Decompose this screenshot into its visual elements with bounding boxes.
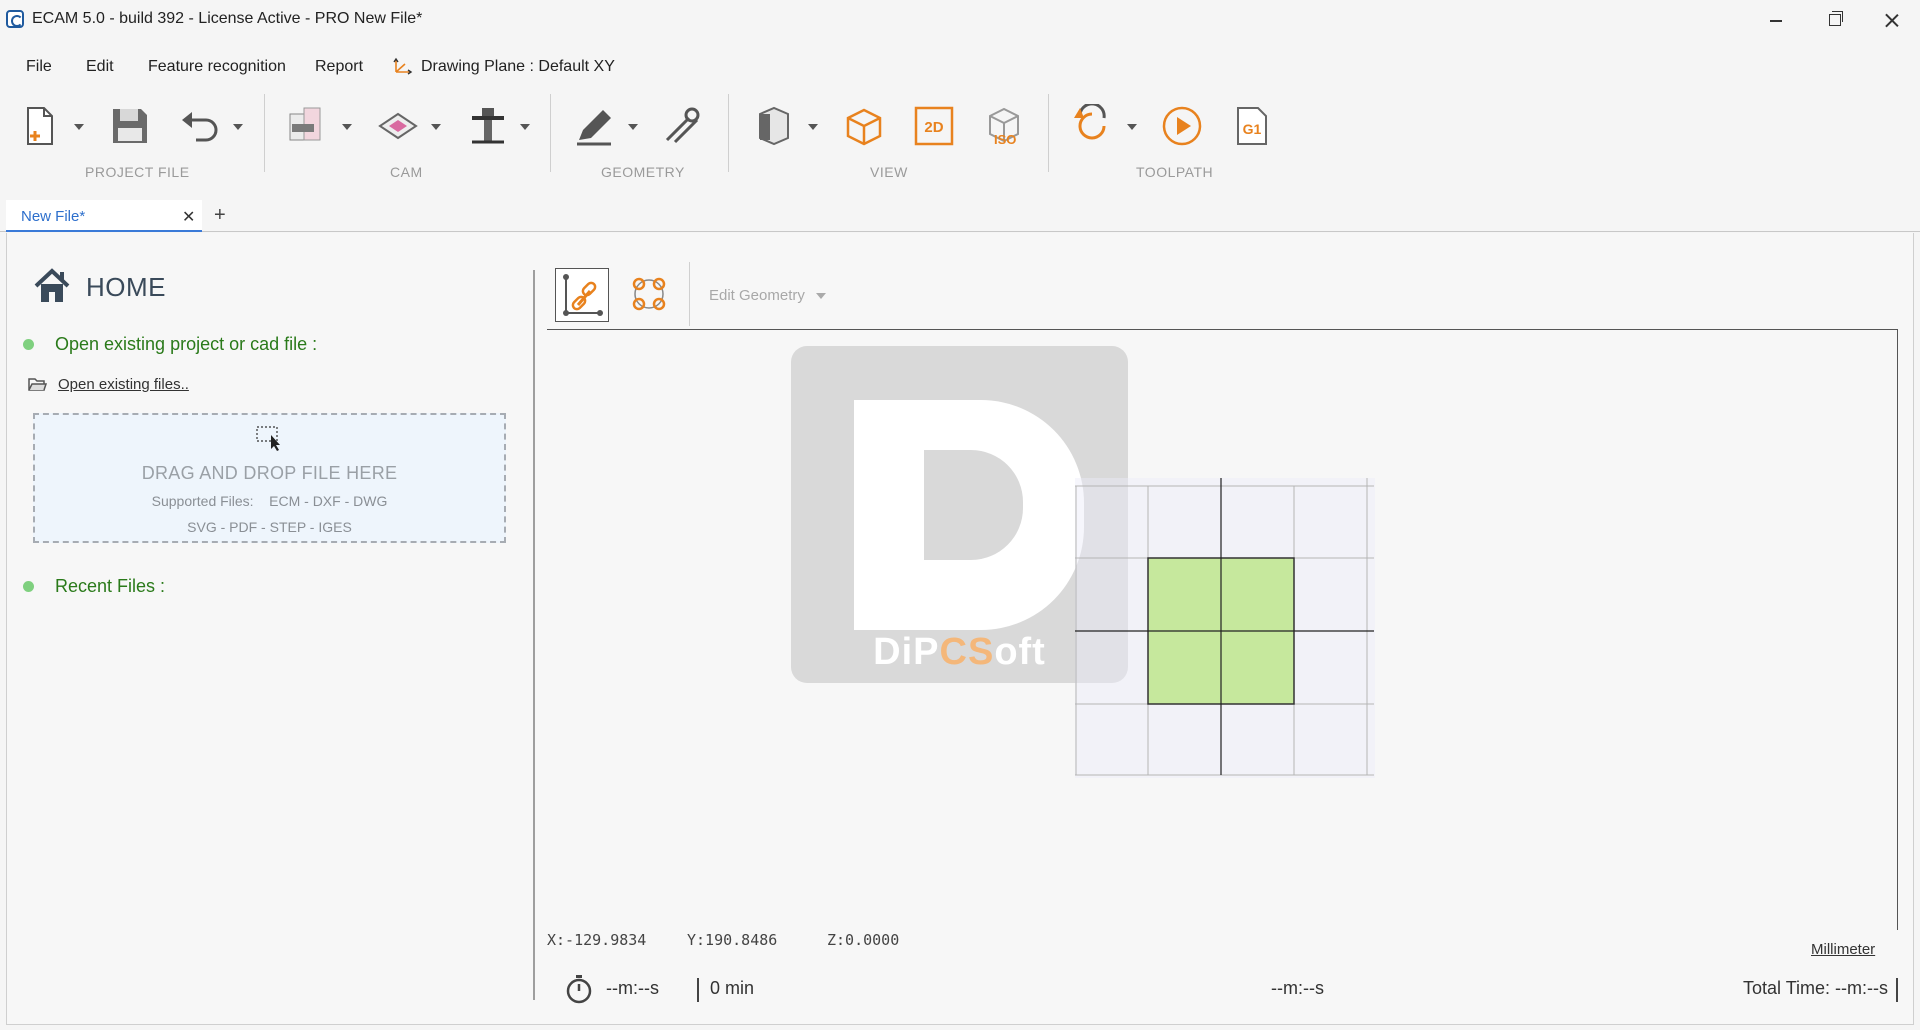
duration-value: 0 min [710, 978, 755, 998]
group-label-cam: CAM [390, 164, 423, 180]
toolbar-separator [1048, 94, 1049, 172]
svg-text:G1: G1 [1243, 121, 1262, 137]
draw-pencil-icon[interactable] [573, 104, 617, 148]
measure-tools-icon[interactable] [661, 104, 705, 148]
recent-files-heading: Recent Files : [55, 576, 166, 596]
tool-library-icon[interactable] [466, 104, 510, 148]
minimize-button[interactable] [1746, 0, 1804, 40]
machine-setup-dropdown[interactable] [342, 124, 352, 130]
home-title: HOME [86, 272, 166, 302]
open-section-heading: Open existing project or cad file : [55, 334, 318, 354]
tab-label: New File* [21, 208, 86, 225]
status-dot [23, 339, 34, 350]
panel-divider[interactable] [533, 270, 535, 1000]
window-title: ECAM 5.0 - build 392 - License Active - … [32, 10, 423, 27]
group-label-geometry: GEOMETRY [601, 164, 685, 180]
regenerate-dropdown[interactable] [1127, 124, 1137, 130]
unit-toggle-link[interactable]: Millimeter [1811, 941, 1875, 958]
supported-formats-2: SVG - PDF - STEP - IGES [187, 519, 352, 535]
drawing-plane-icon [393, 57, 413, 75]
menu-drawing-plane[interactable]: Drawing Plane : Default XY [421, 58, 615, 76]
view-cube-icon[interactable] [752, 104, 796, 148]
supported-files-label: Supported Files: [151, 493, 254, 509]
document-tab-bar: New File* ✕ + [0, 200, 1920, 232]
menu-bar: File Edit Feature recognition Report Dra… [0, 50, 1920, 82]
drag-drop-icon [256, 426, 280, 451]
drag-drop-title: DRAG AND DROP FILE HERE [141, 463, 398, 483]
view-3d-icon[interactable] [842, 104, 886, 148]
machine-setup-icon[interactable] [286, 104, 330, 148]
title-bar: ECAM 5.0 - build 392 - License Active - … [0, 0, 1920, 40]
status-separator [1896, 978, 1898, 1002]
simulate-play-icon[interactable] [1160, 104, 1204, 148]
new-file-dropdown[interactable] [74, 124, 84, 130]
pocket-operation-dropdown[interactable] [431, 124, 441, 130]
timer-value: --m:--s [606, 978, 659, 998]
group-label-project-file: PROJECT FILE [85, 164, 190, 180]
undo-dropdown[interactable] [233, 124, 243, 130]
progress-time-value: --m:--s [1271, 978, 1324, 998]
ecam-app-icon [6, 10, 24, 28]
menu-report[interactable]: Report [315, 58, 363, 76]
workpiece-grid [1075, 478, 1375, 778]
supported-files-line: Supported Files: ECM - DXF - DWG [35, 493, 504, 509]
add-tab-button[interactable]: + [214, 204, 226, 227]
menu-feature-recognition[interactable]: Feature recognition [148, 58, 286, 76]
drag-drop-zone[interactable]: DRAG AND DROP FILE HERE Supported Files:… [33, 413, 506, 543]
tab-new-file[interactable]: New File* ✕ [6, 200, 202, 232]
pocket-operation-icon[interactable] [376, 104, 420, 148]
menu-edit[interactable]: Edit [86, 58, 114, 76]
cursor-y-coordinate: Y:190.8486 [687, 931, 778, 949]
home-icon [34, 268, 70, 302]
new-file-icon[interactable] [20, 104, 64, 148]
svg-text:2D: 2D [924, 119, 943, 136]
gcode-g1-icon[interactable]: G1 [1230, 104, 1274, 148]
chain-link-tool[interactable] [555, 268, 609, 322]
nodes-select-tool[interactable] [623, 268, 677, 322]
close-window-button[interactable] [1862, 0, 1920, 40]
cursor-z-coordinate: Z:0.0000 [827, 931, 900, 949]
supported-formats-1: ECM - DXF - DWG [269, 493, 388, 509]
undo-icon[interactable] [178, 104, 222, 148]
menu-file[interactable]: File [26, 58, 52, 76]
chevron-down-icon [816, 293, 826, 299]
group-label-toolpath: TOOLPATH [1136, 164, 1214, 180]
regenerate-icon[interactable] [1070, 104, 1114, 148]
open-existing-files-link[interactable]: Open existing files.. [58, 376, 189, 393]
save-icon[interactable] [108, 104, 152, 148]
cursor-x-coordinate: X:-129.9834 [547, 931, 647, 949]
svg-text:ISO: ISO [994, 132, 1016, 147]
open-folder-icon [28, 378, 47, 391]
toolbar-separator [550, 94, 551, 172]
restore-button[interactable] [1804, 0, 1862, 40]
total-time-value: Total Time: --m:--s [1743, 978, 1889, 998]
tool-library-dropdown[interactable] [520, 124, 530, 130]
status-separator [697, 978, 699, 1002]
view-2d-icon[interactable]: 2D [912, 104, 956, 148]
view-cube-dropdown[interactable] [808, 124, 818, 130]
tab-close-icon[interactable]: ✕ [182, 207, 195, 227]
view-iso-icon[interactable]: ISO [982, 104, 1026, 148]
edit-geometry-dropdown[interactable]: Edit Geometry [709, 287, 805, 304]
stopwatch-icon [566, 975, 592, 1004]
status-dot [23, 581, 34, 592]
group-label-view: VIEW [870, 164, 908, 180]
viewport-toolbar-separator [689, 262, 690, 326]
toolbar-separator [728, 94, 729, 172]
draw-dropdown[interactable] [628, 124, 638, 130]
toolbar-separator [264, 94, 265, 172]
